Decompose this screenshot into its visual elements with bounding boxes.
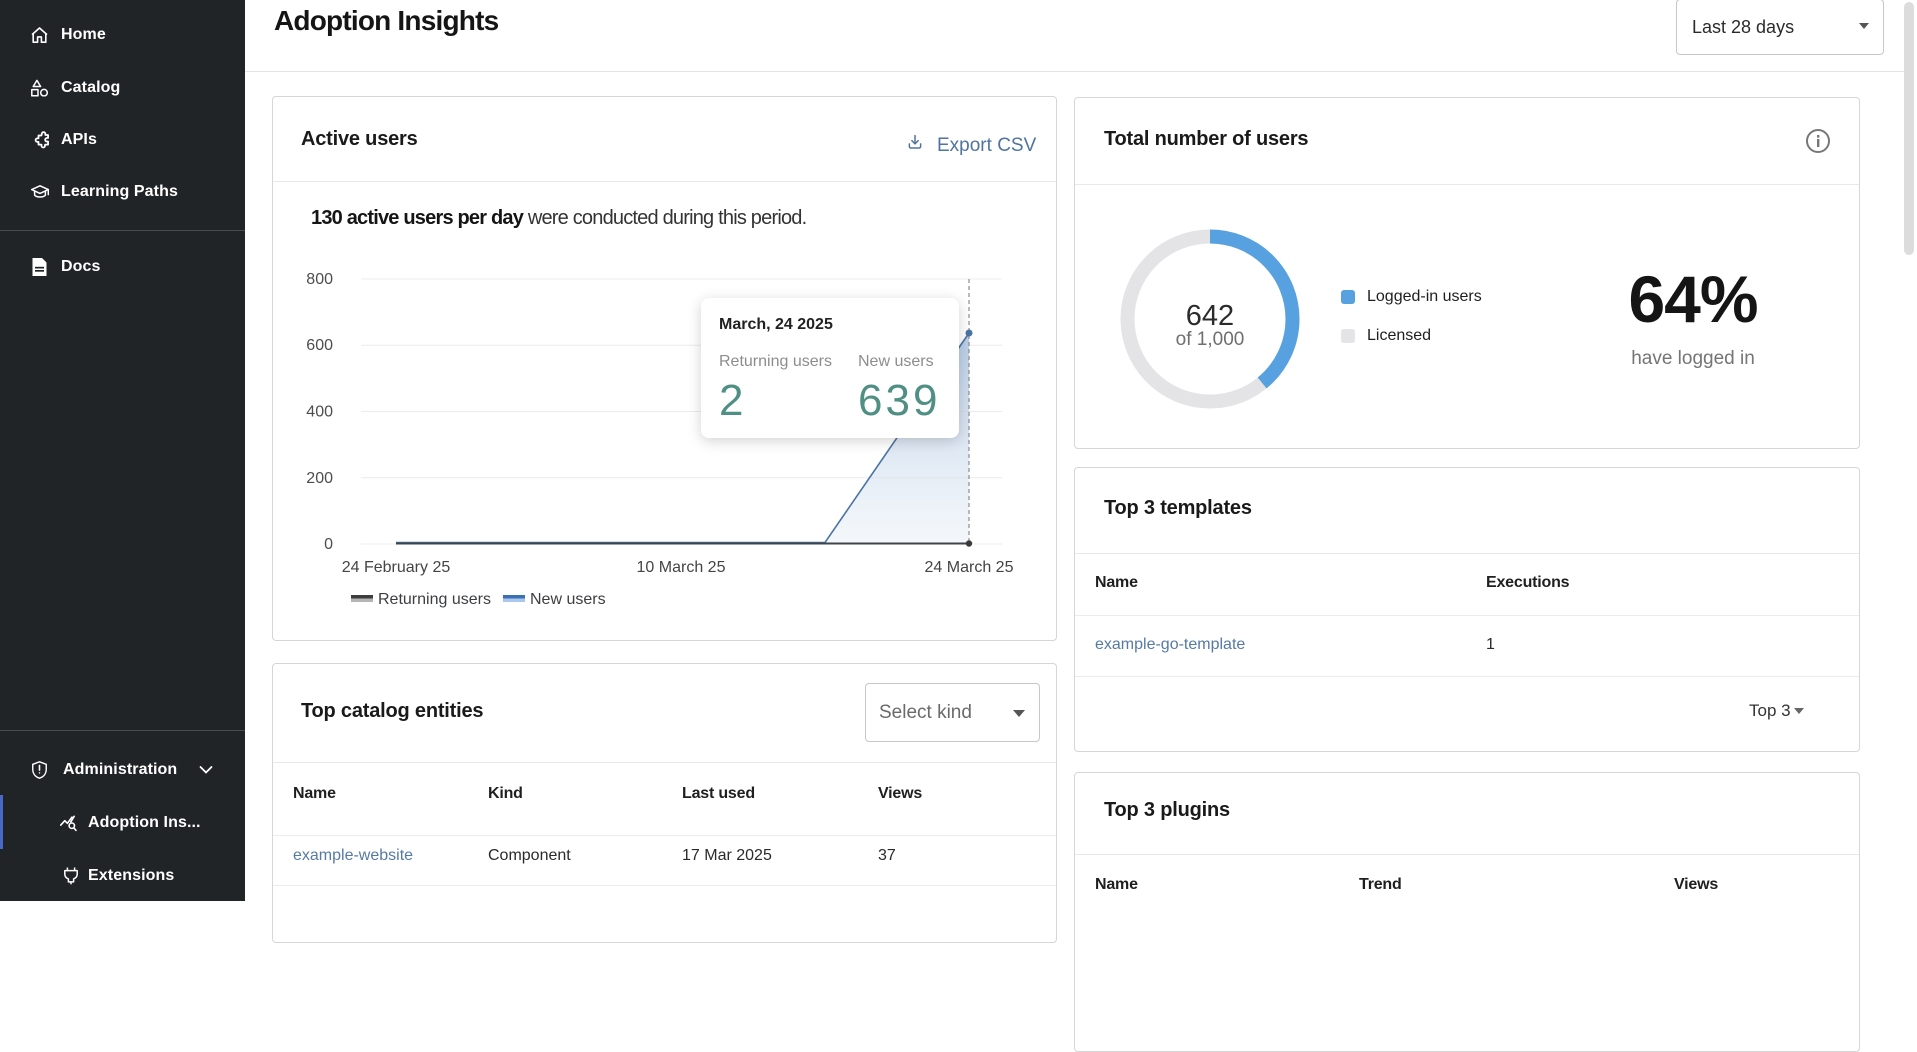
svg-text:24 March 25: 24 March 25 [925, 559, 1014, 576]
svg-text:New users: New users [530, 591, 606, 608]
svg-text:400: 400 [306, 404, 333, 421]
svg-text:800: 800 [306, 271, 333, 288]
svg-text:24 February 25: 24 February 25 [342, 559, 451, 576]
svg-text:600: 600 [306, 337, 333, 354]
svg-text:Returning users: Returning users [378, 591, 491, 608]
svg-text:200: 200 [306, 470, 333, 487]
svg-text:10 March 25: 10 March 25 [637, 559, 726, 576]
svg-text:0: 0 [324, 536, 333, 553]
